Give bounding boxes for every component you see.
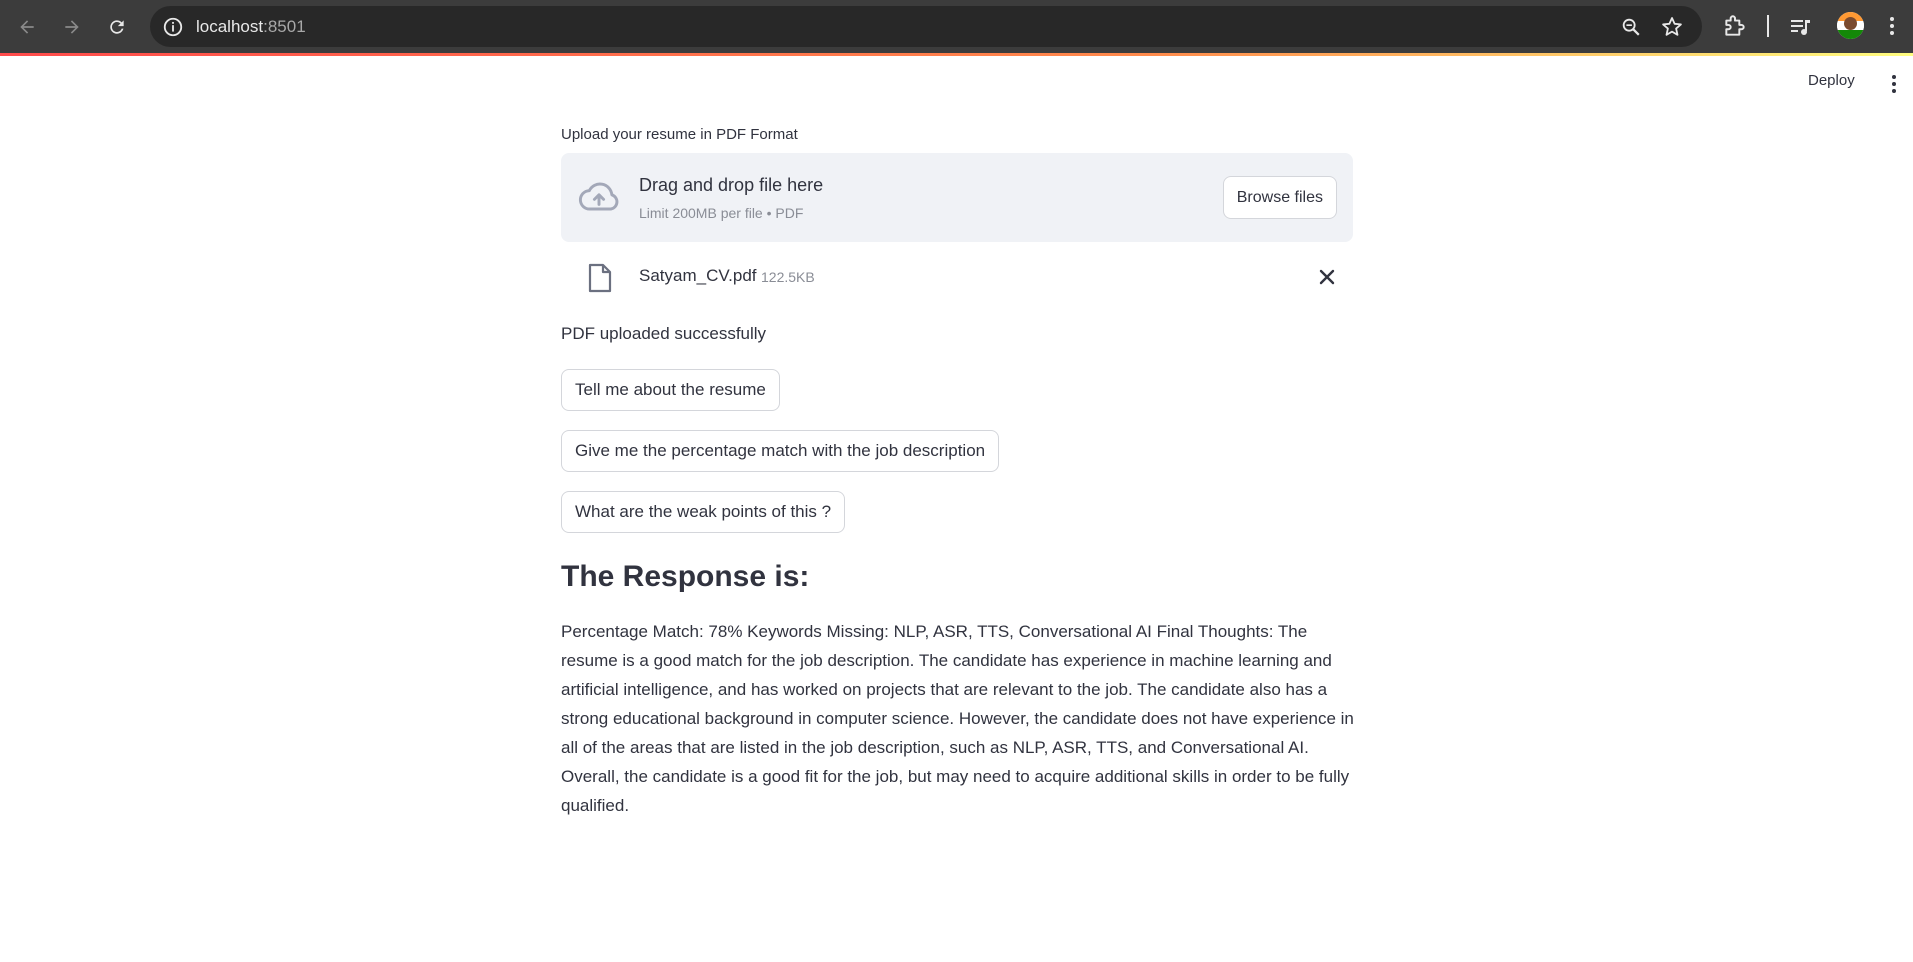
dropzone-limit: Limit 200MB per file • PDF [639,205,804,221]
url-port: :8501 [263,17,306,36]
browse-files-button[interactable]: Browse files [1222,176,1337,219]
back-arrow-icon[interactable] [10,10,44,44]
dropzone-title: Drag and drop file here [639,175,824,195]
avatar-face [1844,17,1857,30]
file-name: Satyam_CV.pdf [639,266,757,285]
close-icon[interactable] [1316,266,1338,288]
site-info-icon[interactable] [162,16,184,38]
url-host: localhost [196,17,264,36]
url-text[interactable]: localhost:8501 [196,17,306,37]
upload-success-message: PDF uploaded successfully [561,324,767,343]
uploaded-file-row: Satyam_CV.pdf 122.5KB [561,258,1353,296]
avatar-band-bottom [1837,30,1864,39]
response-text: Percentage Match: 78% Keywords Missing: … [561,622,1354,815]
file-dropzone[interactable]: Drag and drop file here Limit 200MB per … [561,153,1353,242]
response-heading: The Response is: [561,560,810,593]
file-size: 122.5KB [761,269,815,285]
media-control-icon[interactable] [1788,15,1812,39]
uploader-label: Upload your resume in PDF Format [561,126,798,143]
extensions-icon[interactable] [1722,13,1748,39]
forward-arrow-icon[interactable] [55,10,89,44]
more-menu-icon[interactable] [1880,13,1904,39]
main-menu-icon[interactable] [1886,74,1902,94]
decoration-bar [0,53,1913,56]
weak-points-button[interactable]: What are the weak points of this ? [561,491,846,533]
browser-toolbar: localhost:8501 [0,0,1913,53]
file-document-icon [588,263,612,293]
deploy-button[interactable]: Deploy [1808,72,1855,89]
tell-me-about-resume-button[interactable]: Tell me about the resume [561,369,780,411]
profile-avatar[interactable] [1837,12,1864,39]
reload-icon[interactable] [100,10,134,44]
toolbar-divider [1767,15,1769,37]
percentage-match-button[interactable]: Give me the percentage match with the jo… [561,430,1000,472]
zoom-icon[interactable] [1620,16,1642,38]
cloud-upload-icon [578,182,619,211]
address-bar[interactable]: localhost:8501 [150,6,1702,47]
bookmark-star-icon[interactable] [1660,15,1684,39]
